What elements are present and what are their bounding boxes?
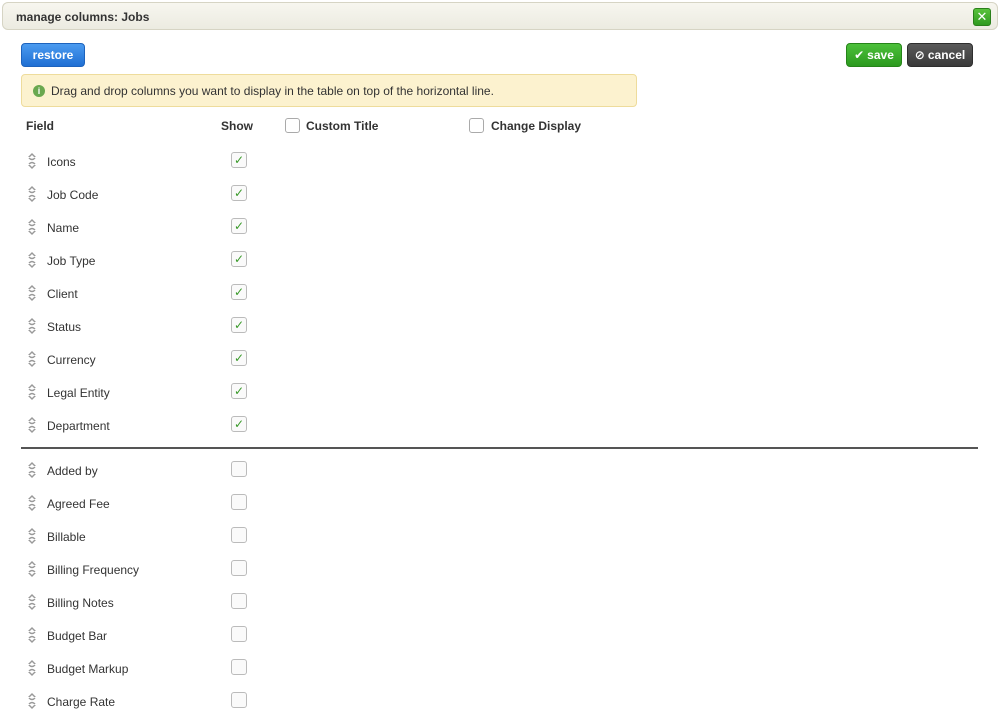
- column-label: Job Code: [47, 188, 99, 202]
- dialog-title: manage columns: Jobs: [16, 10, 150, 24]
- show-checkbox[interactable]: [231, 560, 247, 576]
- drag-handle-icon[interactable]: [26, 692, 38, 710]
- column-label: Budget Bar: [47, 629, 108, 643]
- info-text: Drag and drop columns you want to displa…: [51, 84, 494, 98]
- info-message: i Drag and drop columns you want to disp…: [21, 74, 637, 107]
- check-icon: ✔: [854, 48, 865, 62]
- column-row[interactable]: Billing Notes: [26, 593, 276, 613]
- column-label: Job Type: [47, 254, 96, 268]
- save-label: save: [867, 48, 894, 62]
- column-label: Currency: [47, 353, 96, 367]
- column-row[interactable]: Billing Frequency: [26, 560, 276, 580]
- column-row[interactable]: Status ✓: [26, 317, 276, 337]
- column-label: Billing Notes: [47, 596, 114, 610]
- column-row[interactable]: Icons ✓: [26, 152, 276, 172]
- drag-handle-icon[interactable]: [26, 185, 38, 203]
- column-label: Billable: [47, 530, 86, 544]
- drag-handle-icon[interactable]: [26, 284, 38, 302]
- show-header: Show: [221, 119, 253, 133]
- drag-handle-icon[interactable]: [26, 383, 38, 401]
- column-row[interactable]: Job Code ✓: [26, 185, 276, 205]
- drag-handle-icon[interactable]: [26, 527, 38, 545]
- drag-handle-icon[interactable]: [26, 593, 38, 611]
- column-label: Icons: [47, 155, 76, 169]
- column-label: Budget Markup: [47, 662, 129, 676]
- show-checkbox[interactable]: [231, 659, 247, 675]
- drag-handle-icon[interactable]: [26, 317, 38, 335]
- show-checkbox[interactable]: ✓: [231, 383, 247, 399]
- column-row[interactable]: Budget Bar: [26, 626, 276, 646]
- drag-handle-icon[interactable]: [26, 416, 38, 434]
- show-checkbox[interactable]: ✓: [231, 317, 247, 333]
- show-checkbox[interactable]: [231, 593, 247, 609]
- column-label: Charge Rate: [47, 695, 116, 709]
- column-row[interactable]: Department ✓: [26, 416, 276, 436]
- show-checkbox[interactable]: [231, 461, 247, 477]
- column-label: Name: [47, 221, 80, 235]
- drag-handle-icon[interactable]: [26, 494, 38, 512]
- show-checkbox[interactable]: ✓: [231, 185, 247, 201]
- column-row[interactable]: Currency ✓: [26, 350, 276, 370]
- column-divider-line: [21, 447, 978, 449]
- drag-handle-icon[interactable]: [26, 560, 38, 578]
- show-checkbox[interactable]: [231, 626, 247, 642]
- cancel-icon: ⊘: [914, 48, 925, 62]
- drag-handle-icon[interactable]: [26, 659, 38, 677]
- show-checkbox[interactable]: [231, 494, 247, 510]
- info-icon: i: [33, 85, 45, 97]
- save-button[interactable]: ✔ save: [846, 43, 902, 67]
- field-header: Field: [26, 119, 55, 133]
- column-row[interactable]: Client ✓: [26, 284, 276, 304]
- show-checkbox[interactable]: ✓: [231, 350, 247, 366]
- column-label: Added by: [47, 464, 98, 478]
- column-row[interactable]: Charge Rate: [26, 692, 276, 712]
- column-label: Billing Frequency: [47, 563, 140, 577]
- show-checkbox[interactable]: [231, 692, 247, 708]
- column-row[interactable]: Name ✓: [26, 218, 276, 238]
- drag-handle-icon[interactable]: [26, 251, 38, 269]
- change-display-header: Change Display: [491, 119, 582, 133]
- custom-title-checkbox[interactable]: [285, 118, 300, 133]
- custom-title-header: Custom Title: [306, 119, 379, 133]
- drag-handle-icon[interactable]: [26, 350, 38, 368]
- show-checkbox[interactable]: ✓: [231, 218, 247, 234]
- column-label: Legal Entity: [47, 386, 110, 400]
- restore-label: restore: [32, 48, 74, 62]
- restore-button[interactable]: restore: [21, 43, 85, 67]
- drag-handle-icon[interactable]: [26, 218, 38, 236]
- column-row[interactable]: Billable: [26, 527, 276, 547]
- column-label: Client: [47, 287, 78, 301]
- dialog-titlebar: manage columns: Jobs ✕: [2, 2, 998, 30]
- column-row[interactable]: Agreed Fee: [26, 494, 276, 514]
- drag-handle-icon[interactable]: [26, 152, 38, 170]
- column-row[interactable]: Added by: [26, 461, 276, 481]
- column-row[interactable]: Legal Entity ✓: [26, 383, 276, 403]
- drag-handle-icon[interactable]: [26, 461, 38, 479]
- column-label: Department: [47, 419, 110, 433]
- column-row[interactable]: Budget Markup: [26, 659, 276, 679]
- show-checkbox[interactable]: ✓: [231, 152, 247, 168]
- change-display-checkbox[interactable]: [469, 118, 484, 133]
- show-checkbox[interactable]: ✓: [231, 251, 247, 267]
- close-icon: ✕: [976, 9, 988, 24]
- cancel-button[interactable]: ⊘ cancel: [907, 43, 973, 67]
- show-checkbox[interactable]: [231, 527, 247, 543]
- show-checkbox[interactable]: ✓: [231, 416, 247, 432]
- close-button[interactable]: ✕: [973, 8, 991, 26]
- column-label: Agreed Fee: [47, 497, 110, 511]
- manage-columns-dialog: manage columns: Jobs ✕ restore ✔ save ⊘ ca…: [0, 0, 1000, 721]
- show-checkbox[interactable]: ✓: [231, 284, 247, 300]
- column-row[interactable]: Job Type ✓: [26, 251, 276, 271]
- cancel-label: cancel: [927, 48, 966, 62]
- drag-handle-icon[interactable]: [26, 626, 38, 644]
- column-label: Status: [47, 320, 82, 334]
